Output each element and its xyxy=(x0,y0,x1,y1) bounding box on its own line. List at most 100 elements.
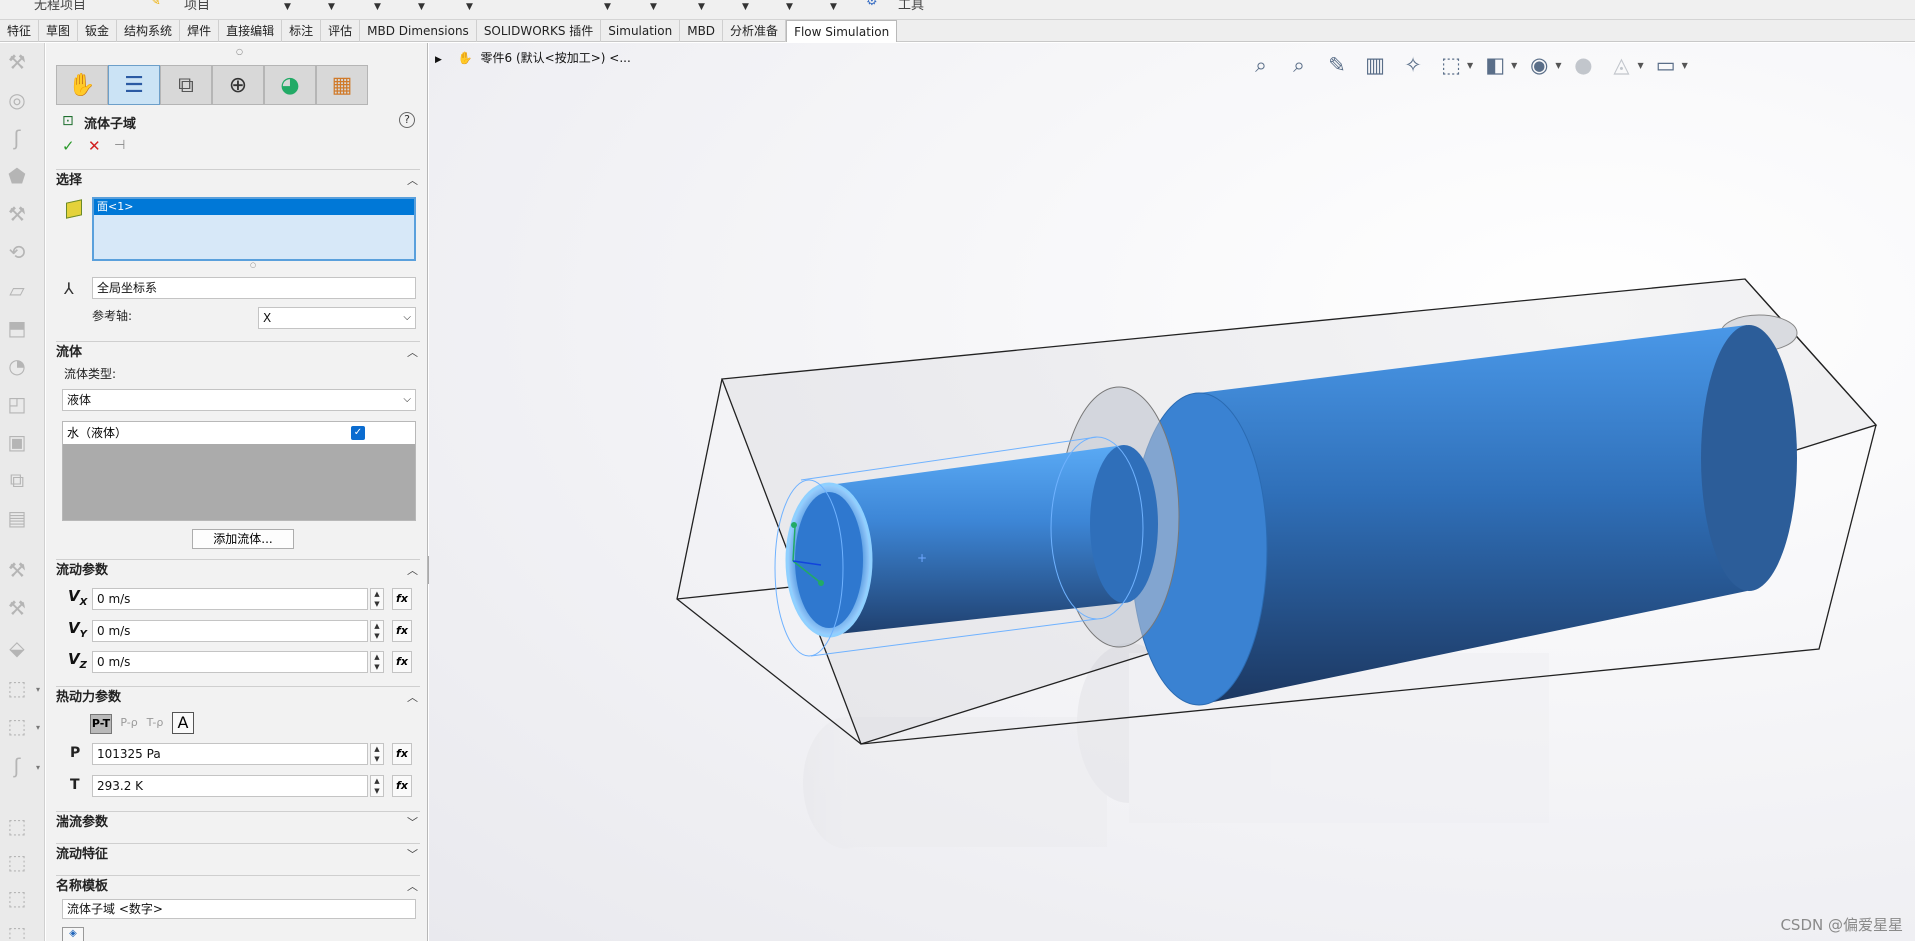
fillet-icon[interactable]: ◔ xyxy=(4,353,30,379)
tab-solidworks-addins[interactable]: SOLIDWORKS 插件 xyxy=(477,20,602,42)
flow-features-header[interactable]: 流动特征 ﹀ xyxy=(56,843,420,865)
chevron-down-icon[interactable]: ▼ xyxy=(466,2,473,12)
vz-spinner[interactable]: ▲ ▼ xyxy=(370,651,384,673)
cut-revolve-icon[interactable]: ⟲ xyxy=(4,239,30,265)
loft-icon[interactable]: ⬟ xyxy=(4,163,30,189)
boss-icon[interactable]: ⬒ xyxy=(4,315,30,341)
chevron-down-icon[interactable]: ▼ xyxy=(418,2,425,12)
tab-mbd-dimensions[interactable]: MBD Dimensions xyxy=(360,20,477,42)
tab-display-manager[interactable]: ◕ xyxy=(264,65,316,105)
pattern-icon[interactable]: ⧉ xyxy=(4,467,30,493)
tab-simulation[interactable]: Simulation xyxy=(601,20,681,42)
revolve-icon[interactable]: ◎ xyxy=(4,87,30,113)
cut-icon[interactable]: ⚒ xyxy=(4,201,30,227)
chevron-down-icon[interactable]: ▾ xyxy=(36,723,40,732)
chevron-down-icon[interactable]: ﹀ xyxy=(407,812,418,834)
chevron-up-icon[interactable]: ︿ xyxy=(407,687,418,709)
intersect-icon[interactable]: ⬚ xyxy=(4,675,30,701)
tab-features[interactable]: 特征 xyxy=(0,20,40,42)
temperature-input[interactable]: 293.2 K xyxy=(92,775,368,797)
dome-icon[interactable]: ⚒ xyxy=(4,595,30,621)
edit-icon[interactable]: ✎ xyxy=(150,0,161,9)
tab-mbd[interactable]: MBD xyxy=(680,20,724,42)
tab-property-manager[interactable]: ☰ xyxy=(108,65,160,105)
chevron-down-icon[interactable]: ▼ xyxy=(786,2,793,12)
mode-pt-button[interactable]: P-T xyxy=(90,714,112,734)
chevron-down-icon[interactable]: ⌵ xyxy=(403,308,411,328)
coordinate-system-field[interactable]: 全局坐标系 xyxy=(92,277,416,299)
draft-icon[interactable]: ⬙ xyxy=(4,635,30,661)
chevron-up-icon[interactable]: ︿ xyxy=(407,876,418,898)
cube-icon[interactable]: ⬚ xyxy=(4,813,30,839)
list-resize-handle[interactable]: ○ xyxy=(250,261,256,269)
add-fluid-button[interactable]: 添加流体... xyxy=(192,529,294,549)
pin-button[interactable]: ⊣ xyxy=(114,138,125,153)
temperature-spinner[interactable]: ▲ ▼ xyxy=(370,775,384,797)
chevron-down-icon[interactable]: ▼ xyxy=(328,2,335,12)
ref-axis-select[interactable]: X ⌵ xyxy=(258,307,416,329)
tab-sketch[interactable]: 草图 xyxy=(39,20,79,42)
cube-icon[interactable]: ⬚ xyxy=(4,849,30,875)
chevron-up-icon[interactable]: ︿ xyxy=(407,560,418,582)
model-scene[interactable]: + xyxy=(429,43,1915,941)
chevron-down-icon[interactable]: ▼ xyxy=(650,2,657,12)
graphics-viewport[interactable]: ▶ ✋ 零件6 (默认<按加工>) <... ⌕ ⌕ ✎ ▥ ✧ ⬚ ▼ ◧ ▼ ◉… xyxy=(429,43,1915,941)
pressure-input[interactable]: 101325 Pa xyxy=(92,743,368,765)
chevron-down-icon[interactable]: ▼ xyxy=(830,2,837,12)
ok-button[interactable]: ✓ xyxy=(62,137,75,155)
chevron-down-icon[interactable]: ▼ xyxy=(284,2,291,12)
tool-icon[interactable]: ⚒ xyxy=(4,49,30,75)
chevron-up-icon[interactable]: ︿ xyxy=(407,342,418,364)
tab-flow-analysis[interactable]: ▦ xyxy=(316,65,368,105)
tab-dimxpert[interactable]: ⊕ xyxy=(212,65,264,105)
rib-icon[interactable]: ▤ xyxy=(4,505,30,531)
tab-analysis-prep[interactable]: 分析准备 xyxy=(723,20,787,42)
fluids-header[interactable]: 流体 ︿ xyxy=(56,341,420,363)
tab-feature-manager[interactable]: ✋ xyxy=(56,65,108,105)
curves-icon[interactable]: ⬚ xyxy=(4,713,30,739)
chevron-down-icon[interactable]: ▾ xyxy=(36,685,40,694)
wrap-icon[interactable]: ⚒ xyxy=(4,557,30,583)
pressure-function-button[interactable]: fx xyxy=(392,743,412,765)
tab-sheet-metal[interactable]: 钣金 xyxy=(78,20,118,42)
selection-header[interactable]: 选择 ︿ xyxy=(56,169,420,191)
vy-input[interactable]: 0 m/s xyxy=(92,620,368,642)
vy-spinner[interactable]: ▲ ▼ xyxy=(370,620,384,642)
fluid-list[interactable]: 水（液体） ✓ xyxy=(62,421,416,521)
tab-structure-system[interactable]: 结构系统 xyxy=(117,20,181,42)
turbulence-header[interactable]: 湍流参数 ﹀ xyxy=(56,811,420,833)
mode-a-button[interactable]: A xyxy=(172,712,194,734)
shell-icon[interactable]: ▣ xyxy=(4,429,30,455)
sweep-icon[interactable]: ʃ xyxy=(4,125,30,151)
vx-input[interactable]: 0 m/s xyxy=(92,588,368,610)
chamfer-icon[interactable]: ◰ xyxy=(4,391,30,417)
vz-input[interactable]: 0 m/s xyxy=(92,651,368,673)
cancel-button[interactable]: ✕ xyxy=(88,137,101,155)
mode-trho-button[interactable]: T-ρ xyxy=(144,714,166,734)
fluid-default-checkbox[interactable]: ✓ xyxy=(351,426,365,440)
name-template-header[interactable]: 名称模板 ︿ xyxy=(56,875,420,897)
name-template-input[interactable]: 流体子域 <数字> xyxy=(62,899,416,919)
vx-function-button[interactable]: fx xyxy=(392,588,412,610)
selected-face-item[interactable]: 面<1> xyxy=(94,199,414,215)
fluid-list-item[interactable]: 水（液体） ✓ xyxy=(63,422,415,444)
chevron-up-icon[interactable]: ︿ xyxy=(407,170,418,192)
collapse-handle[interactable]: ○ xyxy=(236,47,243,56)
spline-icon[interactable]: ʃ xyxy=(4,753,30,779)
tab-weldments[interactable]: 焊件 xyxy=(180,20,220,42)
tab-configuration-manager[interactable]: ⧉ xyxy=(160,65,212,105)
tab-direct-editing[interactable]: 直接编辑 xyxy=(219,20,283,42)
fluid-type-select[interactable]: 液体 ⌵ xyxy=(62,389,416,411)
help-icon[interactable]: ? xyxy=(399,112,415,128)
chevron-down-icon[interactable]: ﹀ xyxy=(407,844,418,866)
mode-prho-button[interactable]: P-ρ xyxy=(118,714,140,734)
chevron-down-icon[interactable]: ▼ xyxy=(698,2,705,12)
vz-function-button[interactable]: fx xyxy=(392,651,412,673)
thermo-params-header[interactable]: 热动力参数 ︿ xyxy=(56,686,420,708)
tab-markup[interactable]: 标注 xyxy=(282,20,322,42)
flow-params-header[interactable]: 流动参数 ︿ xyxy=(56,559,420,581)
chevron-down-icon[interactable]: ▼ xyxy=(742,2,749,12)
insert-number-icon[interactable]: ◈ xyxy=(62,927,84,941)
plane-icon[interactable]: ▱ xyxy=(4,277,30,303)
selection-list[interactable]: 面<1> xyxy=(92,197,416,261)
